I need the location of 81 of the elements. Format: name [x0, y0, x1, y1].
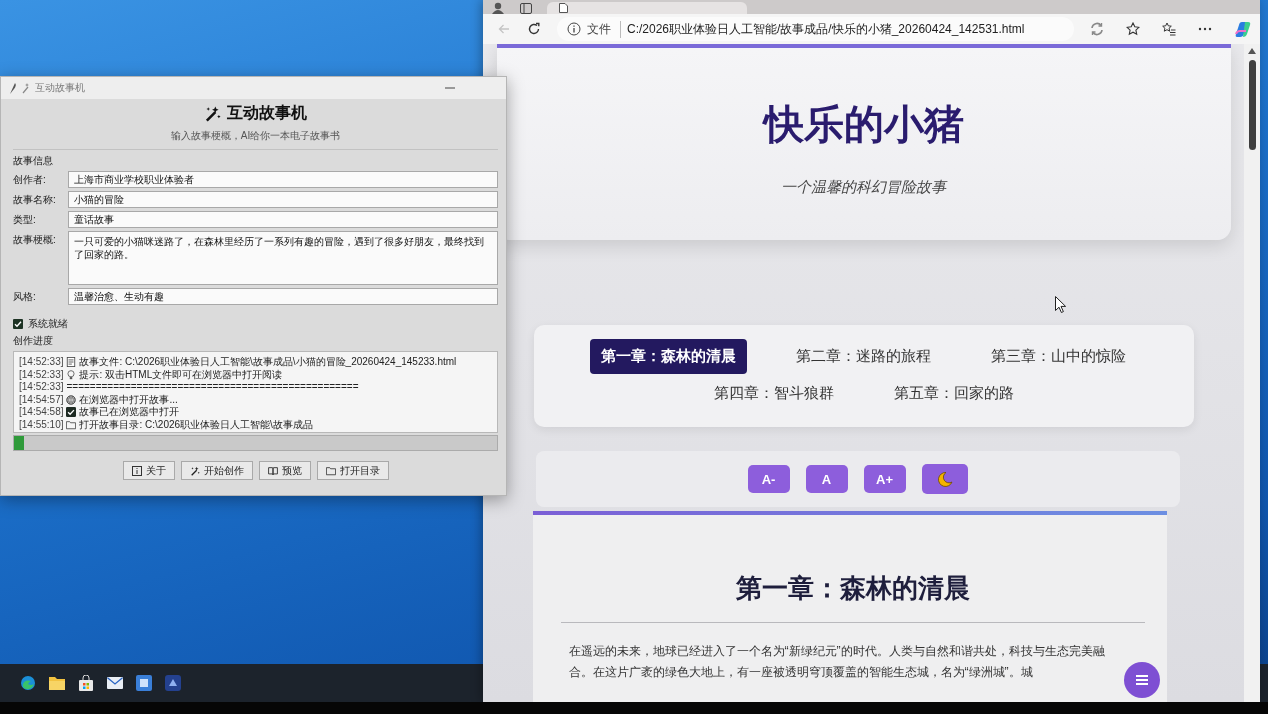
log-time: [14:52:33]	[19, 356, 64, 369]
tabs-icon[interactable]	[519, 2, 533, 14]
site-info-label[interactable]: 文件	[587, 20, 621, 38]
chapter-title: 第一章：森林的清晨	[734, 572, 971, 605]
document-icon	[66, 357, 77, 367]
app-heading: 互动故事机	[227, 103, 307, 123]
story-subtitle: 一个温馨的科幻冒险故事	[781, 178, 946, 197]
text-field[interactable]: 童话故事	[68, 211, 498, 228]
folder-icon	[325, 465, 336, 476]
log-message: 在浏览器中打开故事...	[79, 393, 179, 406]
text-field[interactable]: 温馨治愈、生动有趣	[68, 288, 498, 305]
chapter-tab[interactable]: 第五章：回家的路	[882, 376, 1025, 411]
check-box-icon	[66, 407, 77, 417]
envelope-icon[interactable]	[107, 675, 123, 691]
scrollbar-thumb[interactable]	[1248, 60, 1256, 150]
preview-button[interactable]: 预览	[258, 461, 311, 480]
folder-icon[interactable]	[49, 675, 65, 691]
textarea-field[interactable]: 一只可爱的小猫咪迷路了，在森林里经历了一系列有趣的冒险，遇到了很多好朋友，最终找到了回家的路。	[68, 231, 498, 285]
chapter-tab[interactable]: 第三章：山中的惊险	[980, 339, 1137, 374]
magic-wand-icon	[189, 465, 200, 476]
shopping-bag-icon[interactable]	[78, 675, 94, 691]
log-message: 故事文件: C:\2026职业体验日人工智能\故事成品\小猫的冒险_20260424_145233.html	[79, 356, 458, 369]
chapter-paragraph: 在遥远的未来，地球已经进入了一个名为“新绿纪元”的时代。人类与自然和谐共处，科技与生态完美融合。在这片广袤的绿色大地上，有一座被透明穹顶覆盖的智能生态城，名为“绿洲城”。城	[568, 643, 1106, 681]
log-message: 故事已在浏览器中打开	[79, 406, 181, 419]
feather-icon	[9, 82, 17, 94]
chapter-tab[interactable]: 第二章：迷路的旅程	[785, 339, 942, 374]
reload-icon[interactable]	[527, 22, 541, 36]
field-label: 故事名称:	[13, 193, 57, 207]
magic-wand-icon	[22, 82, 30, 94]
app-tile-icon[interactable]	[136, 675, 152, 691]
app-logo-icon[interactable]	[1234, 20, 1252, 38]
log-time: [14:54:57]	[19, 393, 64, 406]
section-title: 故事信息	[13, 154, 54, 168]
field-label: 风格:	[13, 290, 37, 304]
app-tile-icon[interactable]	[165, 675, 181, 691]
profile-icon[interactable]	[491, 2, 505, 14]
app-subtitle: 输入故事梗概，AI给你一本电子故事书	[170, 129, 341, 143]
field-label: 故事梗概:	[13, 233, 57, 247]
font-size-button[interactable]: A+	[863, 465, 906, 493]
url-text[interactable]: C:/2026职业体验日人工智能/故事成品/快乐的小猪_20260424_142531.html	[627, 20, 1025, 38]
lightbulb-icon	[66, 369, 77, 380]
theme-button[interactable]	[921, 464, 968, 494]
field-label: 类型:	[13, 213, 37, 227]
chapter-tab[interactable]: 第四章：智斗狼群	[702, 376, 845, 411]
info-icon[interactable]	[567, 22, 581, 36]
log-message: ==================================================	[66, 381, 360, 394]
log-message: 提示: 双击HTML文件即可在浏览器中打开阅读	[79, 368, 284, 381]
mouse-pointer-icon	[1055, 296, 1066, 313]
book-icon	[267, 465, 278, 476]
text-field[interactable]: 小猫的冒险	[68, 191, 498, 208]
menu-icon	[1135, 674, 1149, 686]
globe-icon	[66, 394, 77, 405]
field-label: 创作者:	[13, 173, 47, 187]
start-create-button[interactable]: 开始创作	[180, 461, 253, 480]
swirl-logo-icon[interactable]	[20, 675, 36, 691]
scrollbar[interactable]	[1244, 44, 1260, 702]
about-button[interactable]: 关于	[122, 461, 175, 480]
log-time: [14:52:33]	[19, 381, 64, 394]
circular-arrows-icon[interactable]	[1090, 22, 1104, 36]
open-folder-button[interactable]: 打开目录	[316, 461, 389, 480]
address-field[interactable]: 文件 C:/2026职业体验日人工智能/故事成品/快乐的小猪_20260424_142531.html	[557, 17, 1074, 41]
scroll-up-icon[interactable]	[1248, 48, 1256, 54]
log-time: [14:52:33]	[19, 368, 64, 381]
font-size-button[interactable]: A	[805, 465, 848, 493]
info-icon	[131, 465, 142, 476]
text-field[interactable]: 上海市商业学校职业体验者	[68, 171, 498, 188]
font-size-button[interactable]: A-	[747, 465, 790, 493]
status-label: 系统就绪	[28, 317, 68, 331]
story-title: 快乐的小猪	[763, 101, 964, 148]
favorites-icon[interactable]	[1162, 22, 1176, 36]
log-title: 创作进度	[13, 334, 54, 348]
log-message: 打开故事目录: C:\2026职业体验日人工智能\故事成品	[79, 418, 314, 431]
crescent-moon-icon	[936, 471, 953, 487]
star-icon[interactable]	[1126, 22, 1140, 36]
folder-icon	[66, 419, 77, 430]
window-title: 互动故事机	[35, 81, 85, 95]
log-time: [14:55:10]	[19, 418, 64, 431]
magic-wand-icon	[204, 105, 221, 122]
log-time: [14:54:58]	[19, 406, 64, 419]
status-checkbox[interactable]	[13, 319, 23, 329]
chapter-tab[interactable]: 第一章：森林的清晨	[590, 339, 747, 374]
